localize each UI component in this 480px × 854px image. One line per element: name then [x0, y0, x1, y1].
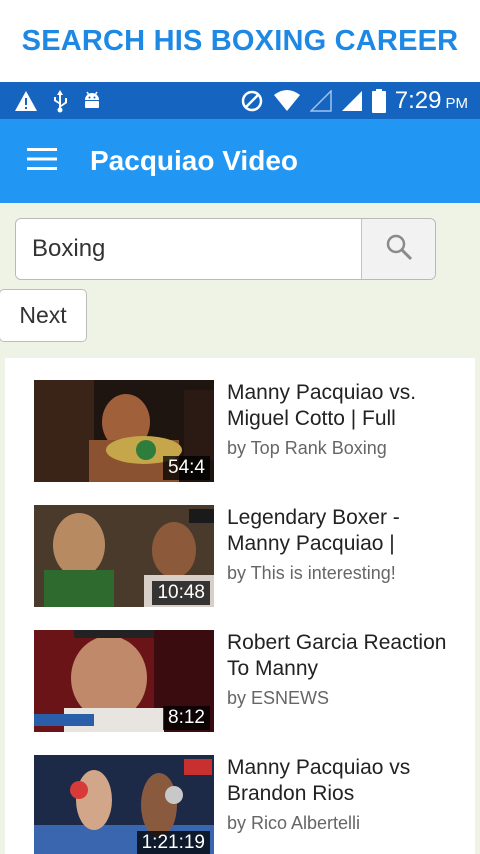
video-author: by Rico Albertelli	[227, 813, 361, 833]
search-icon	[385, 233, 413, 266]
video-item[interactable]: 10:48 Legendary Boxer - Manny Pacquiao |…	[5, 483, 475, 607]
video-author: by Top Rank Boxing	[227, 438, 387, 458]
status-clock: 7:29 PM	[395, 87, 468, 115]
status-bar: 7:29 PM	[0, 82, 480, 119]
warning-icon	[14, 90, 38, 112]
video-item[interactable]: 1:21:19 Manny Pacquiao vs Brandon Rios b…	[5, 733, 475, 854]
video-author: by ESNEWS	[227, 688, 330, 708]
video-item[interactable]: 8:12 Robert Garcia Reaction To Manny by …	[5, 608, 475, 732]
video-title[interactable]: Manny Pacquiao vs Brandon Rios	[227, 755, 467, 807]
video-list: 54:4 Manny Pacquiao vs. Miguel Cotto | F…	[5, 358, 475, 854]
video-title[interactable]: Manny Pacquiao vs. Miguel Cotto | Full	[227, 380, 467, 432]
video-title[interactable]: Robert Garcia Reaction To Manny	[227, 630, 467, 682]
main-content: Next 54:4 Manny Pacquiao vs. Miguel Cott…	[0, 203, 480, 854]
video-thumbnail[interactable]: 54:4	[34, 380, 214, 482]
promo-banner: SEARCH HIS BOXING CAREER	[0, 0, 480, 82]
video-duration: 8:12	[163, 706, 210, 730]
do-not-disturb-icon	[240, 89, 264, 113]
banner-text: SEARCH HIS BOXING CAREER	[21, 24, 459, 57]
battery-icon	[371, 88, 386, 113]
status-ampm: PM	[445, 94, 469, 112]
video-duration: 10:48	[152, 581, 210, 605]
search-bar	[15, 218, 436, 280]
app-title: Pacquiao Video	[90, 145, 298, 176]
usb-icon	[50, 89, 70, 113]
video-title[interactable]: Legendary Boxer - Manny Pacquiao |	[227, 505, 467, 557]
video-item[interactable]: 54:4 Manny Pacquiao vs. Miguel Cotto | F…	[5, 358, 475, 482]
hamburger-icon	[27, 147, 57, 175]
video-duration: 54:4	[163, 456, 210, 480]
video-thumbnail[interactable]: 10:48	[34, 505, 214, 607]
app-bar: Pacquiao Video	[0, 119, 480, 203]
video-thumbnail[interactable]: 8:12	[34, 630, 214, 732]
video-author: by This is interesting!	[227, 563, 396, 583]
video-duration: 1:21:19	[136, 831, 210, 854]
next-button[interactable]: Next	[0, 289, 87, 342]
wifi-icon	[273, 89, 301, 112]
android-icon	[82, 90, 102, 112]
signal-icon	[341, 90, 363, 112]
search-button[interactable]	[361, 219, 435, 279]
video-thumbnail[interactable]: 1:21:19	[34, 755, 214, 854]
menu-button[interactable]	[0, 119, 84, 203]
status-time: 7:29	[394, 86, 442, 114]
signal-empty-icon	[309, 89, 332, 112]
search-input[interactable]	[16, 219, 361, 279]
